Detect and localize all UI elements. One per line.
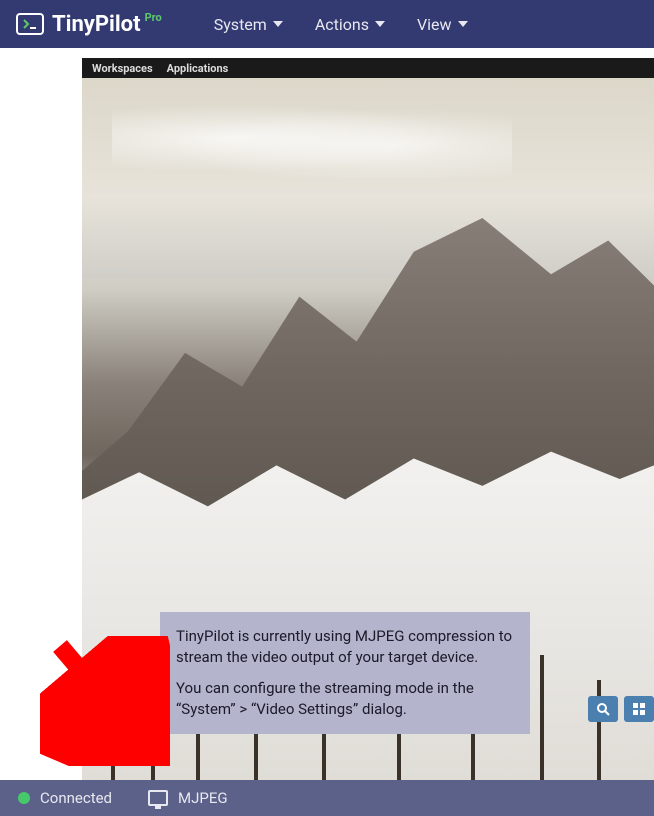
nav-label: View: [417, 15, 452, 34]
logo-pro-badge: Pro: [145, 11, 162, 24]
stream-mode-status[interactable]: MJPEG: [148, 789, 228, 807]
tooltip-line1: TinyPilot is currently using MJPEG compr…: [176, 626, 514, 668]
nav-menu: System Actions View: [214, 15, 468, 34]
nav-label: System: [214, 15, 267, 34]
nav-actions[interactable]: Actions: [315, 15, 385, 34]
remote-desktop-menubar: Workspaces Applications: [82, 58, 654, 78]
nav-label: Actions: [315, 15, 369, 34]
logo-icon: [16, 13, 44, 35]
remote-menu-applications[interactable]: Applications: [167, 62, 229, 75]
chevron-down-icon: [458, 21, 468, 27]
remote-viewer: Workspaces Applications T: [0, 48, 654, 780]
stream-mode-label: MJPEG: [178, 789, 228, 807]
nav-view[interactable]: View: [417, 15, 468, 34]
nav-system[interactable]: System: [214, 15, 283, 34]
connection-label: Connected: [40, 789, 112, 807]
remote-menu-workspaces[interactable]: Workspaces: [92, 62, 153, 75]
top-navbar: TinyPilot Pro System Actions View: [0, 0, 654, 48]
connection-status[interactable]: Connected: [18, 789, 112, 807]
status-dot-icon: [18, 792, 30, 804]
wallpaper-clouds: [112, 98, 512, 178]
monitor-icon: [148, 790, 168, 806]
status-bar: Connected MJPEG: [0, 780, 654, 816]
workspace-grid-button[interactable]: [624, 696, 654, 722]
magnifier-button[interactable]: [588, 696, 618, 722]
tooltip-line2: You can configure the streaming mode in …: [176, 678, 514, 720]
logo[interactable]: TinyPilot Pro: [16, 12, 162, 37]
logo-text: TinyPilot: [52, 12, 141, 37]
remote-side-toolbar: [588, 696, 654, 722]
chevron-down-icon: [375, 21, 385, 27]
chevron-down-icon: [273, 21, 283, 27]
streaming-mode-tooltip: TinyPilot is currently using MJPEG compr…: [160, 612, 530, 734]
annotation-arrow: [40, 636, 170, 770]
